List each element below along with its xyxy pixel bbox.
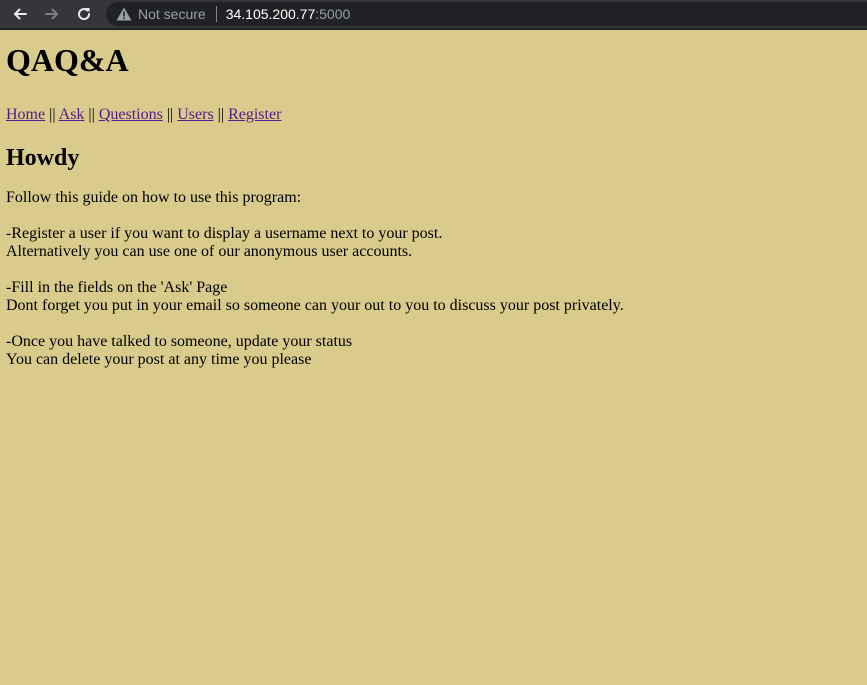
url-host[interactable]: 34.105.200.77 xyxy=(226,6,316,22)
nav-separator: || xyxy=(45,106,59,123)
guide-step-ask: -Fill in the fields on the 'Ask' Page Do… xyxy=(6,279,861,315)
arrow-left-icon xyxy=(12,6,28,22)
nav-separator: || xyxy=(213,106,229,123)
reload-button[interactable] xyxy=(72,2,96,26)
nav-separator: || xyxy=(162,106,178,123)
guide-step-text: -Fill in the fields on the 'Ask' Page xyxy=(6,279,228,296)
nav-link-ask[interactable]: Ask xyxy=(59,106,85,123)
nav-separator: || xyxy=(84,106,99,123)
main-nav: Home || Ask || Questions || Users || Reg… xyxy=(6,106,861,124)
guide-step-status: -Once you have talked to someone, update… xyxy=(6,333,861,369)
page-content: QAQ&A Home || Ask || Questions || Users … xyxy=(6,32,861,369)
url-port[interactable]: :5000 xyxy=(315,6,350,22)
arrow-right-icon xyxy=(44,6,60,22)
nav-link-home[interactable]: Home xyxy=(6,106,45,123)
reload-icon xyxy=(76,6,92,22)
omnibox-divider xyxy=(215,6,217,22)
browser-toolbar: Not secure 34.105.200.77:5000 xyxy=(0,0,867,30)
warning-icon[interactable] xyxy=(116,7,132,21)
guide-step-text: You can delete your post at any time you… xyxy=(6,351,312,368)
nav-link-register[interactable]: Register xyxy=(228,106,281,123)
guide-step-text: -Register a user if you want to display … xyxy=(6,225,443,242)
guide-intro: Follow this guide on how to use this pro… xyxy=(6,189,302,206)
site-title: QAQ&A xyxy=(6,42,129,78)
guide-step-text: Alternatively you can use one of our ano… xyxy=(6,243,413,260)
nav-link-users[interactable]: Users xyxy=(177,106,213,123)
address-bar[interactable]: Not secure 34.105.200.77:5000 xyxy=(106,2,867,26)
security-status-label[interactable]: Not secure xyxy=(138,6,206,22)
forward-button[interactable] xyxy=(40,2,64,26)
nav-link-questions[interactable]: Questions xyxy=(99,106,163,123)
guide-step-text: Dont forget you put in your email so som… xyxy=(6,297,624,314)
guide-step-text: -Once you have talked to someone, update… xyxy=(6,333,353,350)
back-button[interactable] xyxy=(8,2,32,26)
guide-step-register: -Register a user if you want to display … xyxy=(6,225,861,261)
page-heading: Howdy xyxy=(6,145,80,171)
